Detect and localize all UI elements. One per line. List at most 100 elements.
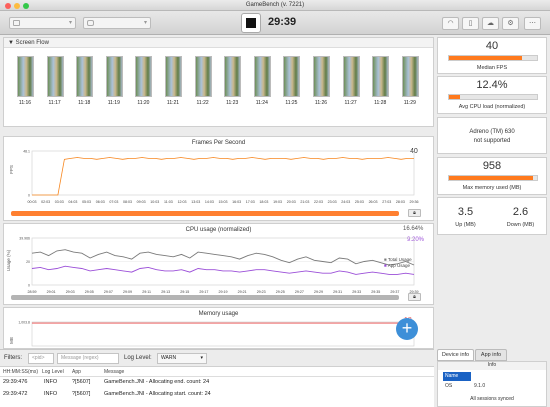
tab-device-info[interactable]: Device info xyxy=(437,349,474,361)
screen-thumbnail[interactable] xyxy=(372,56,390,97)
median-fps-bar xyxy=(448,55,538,61)
x-tick-label: 04:03 xyxy=(68,200,77,204)
thumbnail-time: 11:16 xyxy=(18,100,32,106)
device-dropdown[interactable]: ▾ xyxy=(9,17,76,29)
max-memory-bar xyxy=(448,175,538,181)
upload-button[interactable]: ☁ xyxy=(482,17,499,30)
screen-thumbnail[interactable] xyxy=(401,56,419,97)
log-header-divider xyxy=(0,376,434,377)
x-tick-label: 29:15 xyxy=(180,290,189,294)
memory-chart[interactable]: 1,003.8 xyxy=(14,318,428,349)
delete-button[interactable]: ▯ xyxy=(462,17,479,30)
x-tick-label: 29:36 xyxy=(410,200,419,204)
x-tick-label: 29:17 xyxy=(199,290,208,294)
x-tick-label: 26:03 xyxy=(369,200,378,204)
x-tick-label: 27:03 xyxy=(382,200,391,204)
avg-cpu-card: 12.4% Avg CPU load (normalized) xyxy=(437,76,547,114)
x-tick-label: 11:03 xyxy=(164,200,173,204)
screen-thumbnail[interactable] xyxy=(135,56,153,97)
x-tick-label: 28:59 xyxy=(28,290,37,294)
avg-cpu-bar xyxy=(448,94,538,100)
log-row-app: ?[5607] xyxy=(72,391,91,397)
thumbnail-time: 11:23 xyxy=(226,100,239,106)
screen-thumbnail[interactable] xyxy=(17,56,34,97)
y-tick-label: 48.1 xyxy=(23,150,30,154)
screen-thumbnail[interactable] xyxy=(105,56,123,97)
log-row-message: GameBench.JNI - Allocating start. count:… xyxy=(104,391,211,397)
screen-thumbnail[interactable] xyxy=(46,56,64,97)
thumbnail-time: 11:22 xyxy=(196,100,209,106)
tab-app-info[interactable]: App info xyxy=(475,349,507,361)
app-dropdown[interactable]: ▾ xyxy=(83,17,151,29)
add-marker-button[interactable]: + xyxy=(396,318,418,340)
log-header-level: Log Level xyxy=(42,369,64,375)
device-os-key: OS xyxy=(445,383,453,389)
device-info-header: Info xyxy=(438,362,546,370)
x-tick-label: 08:03 xyxy=(123,200,132,204)
cpu-total-value: 16.64% xyxy=(403,226,424,232)
gpu-name: Adreno (TM) 630 xyxy=(469,129,515,135)
fps-chart[interactable]: 48.1 0 00:03 02:03 03:03 04:03 05:03 06:03 07:03… xyxy=(14,147,428,205)
screen-thumbnail[interactable] xyxy=(342,56,360,97)
wifi-button[interactable]: ◠ xyxy=(442,17,459,30)
x-tick-label: 21:03 xyxy=(300,200,309,204)
x-tick-label: 10:03 xyxy=(150,200,159,204)
x-tick-label: 18:03 xyxy=(259,200,268,204)
chevron-down-icon: ▾ xyxy=(200,355,203,361)
screen-thumbnail[interactable] xyxy=(194,56,212,97)
y-tick-label: 0 xyxy=(28,194,30,198)
thumbnail-time: 11:18 xyxy=(78,100,91,106)
log-row-level: INFO xyxy=(44,379,58,385)
x-tick-label: 07:03 xyxy=(109,200,118,204)
screen-thumbnail[interactable] xyxy=(76,56,94,97)
pid-filter-input[interactable]: <pid> xyxy=(28,353,54,364)
window-title: GameBench (v. 7221) xyxy=(245,2,305,8)
device-os-value: 9.1.0 xyxy=(474,383,486,389)
x-tick-label: 20:03 xyxy=(287,200,296,204)
screen-thumbnail[interactable] xyxy=(283,56,301,97)
x-tick-label: 29:13 xyxy=(161,290,170,294)
stop-recording-button[interactable] xyxy=(241,13,261,33)
cpu-timeline-scrollbar[interactable] xyxy=(11,295,399,300)
cloud-upload-icon: ☁ xyxy=(487,20,494,27)
log-row-time: 29:39:476 xyxy=(3,379,28,385)
x-tick-label: 29:03 xyxy=(66,290,75,294)
x-tick-label: 09:03 xyxy=(137,200,146,204)
screen-thumbnail[interactable] xyxy=(224,56,242,97)
screen-thumbnail[interactable] xyxy=(165,56,182,97)
x-tick-label: 15:03 xyxy=(219,200,228,204)
plot-frame xyxy=(31,150,415,196)
fps-lock-button[interactable]: 🔒︎ xyxy=(408,209,421,217)
x-tick-label: 29:31 xyxy=(333,290,342,294)
cpu-lock-button[interactable]: 🔒︎ xyxy=(408,293,421,301)
sync-status: All sessions synced xyxy=(470,396,514,402)
log-row-app: ?[5607] xyxy=(72,379,91,385)
fps-timeline-scrollbar[interactable] xyxy=(11,211,399,216)
session-timer: 29:39 xyxy=(268,16,297,28)
gpu-status: not supported xyxy=(473,138,511,144)
x-tick-label: 29:07 xyxy=(104,290,113,294)
filters-label: Filters: xyxy=(4,355,22,361)
settings-button[interactable]: ⚙ xyxy=(502,17,519,30)
screen-flow-panel: ▼ Screen Flow 11:16 11:17 11:18 11:19 11:20 1… xyxy=(3,37,434,127)
log-level-select[interactable]: WARN ▾ xyxy=(157,353,207,364)
wifi-icon: ◠ xyxy=(447,20,454,27)
log-table: HH:MM:SS(ms) Log Level App Message 29:39… xyxy=(0,366,434,407)
device-name-key[interactable]: Name xyxy=(443,372,471,381)
log-header-app: App xyxy=(72,369,81,375)
memory-chart-panel: Memory usage MB 18 1,003.8 + xyxy=(3,307,434,349)
cpu-y-label: Usage (%) xyxy=(6,249,12,272)
more-button[interactable]: ⋯ xyxy=(524,17,541,30)
screen-thumbnail[interactable] xyxy=(313,56,330,97)
log-row-time: 29:39:472 xyxy=(3,391,28,397)
x-tick-label: 29:09 xyxy=(123,290,132,294)
x-tick-label: 22:03 xyxy=(314,200,323,204)
cpu-chart[interactable]: 39.966 20 0 28:59 29:01 29:03 29:05 29:07 29:09 2… xyxy=(14,234,428,295)
screen-thumbnail[interactable] xyxy=(253,56,271,97)
x-tick-label: 29:01 xyxy=(47,290,56,294)
x-tick-label: 19:03 xyxy=(273,200,282,204)
network-up-label: Up (MB) xyxy=(455,222,476,228)
x-tick-label: 29:19 xyxy=(219,290,228,294)
message-filter-input[interactable]: Message (regex) xyxy=(57,353,119,364)
log-row-level: INFO xyxy=(44,391,58,397)
